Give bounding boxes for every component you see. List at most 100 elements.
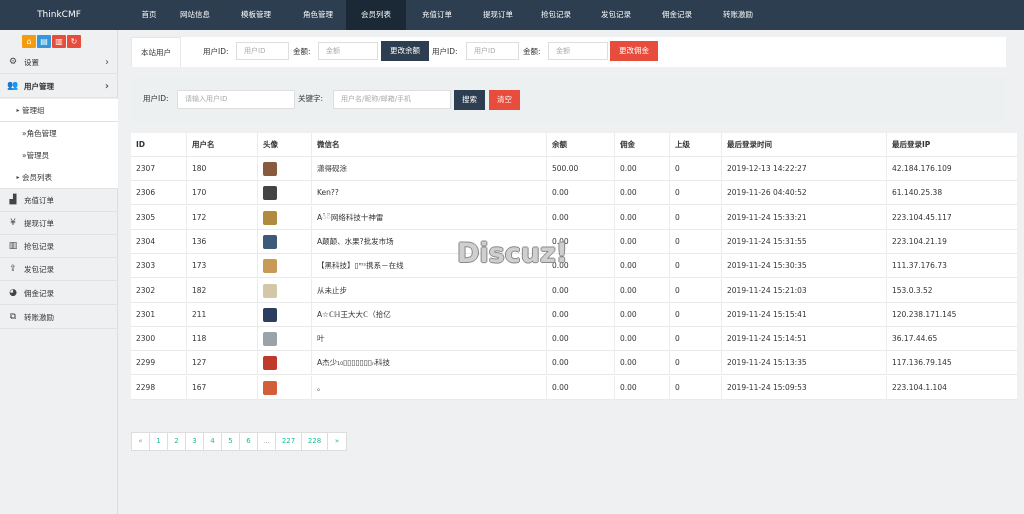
cell-balance: 0.00 <box>546 351 614 376</box>
topnav-item[interactable]: 角色管理 <box>288 0 348 30</box>
sidebar-item-4[interactable]: ⇪ 发包记录 <box>0 258 118 281</box>
sidebar-item-admin-group[interactable]: ▸ 管理组 <box>0 99 118 122</box>
page-link: ... <box>258 433 276 450</box>
avatar[interactable] <box>263 259 277 274</box>
column-header[interactable]: 微信名 <box>311 133 546 157</box>
cell-time: 2019-11-24 15:15:41 <box>721 302 886 327</box>
avatar[interactable] <box>263 283 277 298</box>
cell-balance: 0.00 <box>546 205 614 230</box>
balance-user-id-input[interactable]: 用户ID <box>236 42 289 60</box>
topnav-item[interactable]: 网站信息 <box>165 0 225 30</box>
cell-id: 2301 <box>136 309 156 319</box>
table-row[interactable]: 2307 180 潇得砚涂 500.00 0.00 0 2019-12-13 14:22:2… <box>131 157 1017 181</box>
avatar[interactable] <box>263 162 277 176</box>
cell-ip: 61.140.25.38 <box>886 181 1017 206</box>
avatar-cell <box>257 375 311 400</box>
document-icon[interactable]: ▤ <box>37 35 51 48</box>
avatar[interactable] <box>263 356 277 371</box>
avatar[interactable] <box>263 186 277 201</box>
cell-user: 127 <box>186 351 257 376</box>
page-link[interactable]: 2 <box>168 433 186 450</box>
topnav-item[interactable]: 发包记录 <box>586 0 646 30</box>
keyword-input[interactable]: 用户名/昵称/邮箱/手机 <box>333 90 451 109</box>
topnav-item[interactable]: 佣金记录 <box>647 0 707 30</box>
column-header[interactable]: 佣金 <box>614 133 669 157</box>
page-link[interactable]: 1 <box>150 433 168 450</box>
avatar[interactable] <box>263 332 277 347</box>
sidebar-item-2[interactable]: ¥ 提现订单 <box>0 212 118 235</box>
topnav-item[interactable]: 模板管理 <box>226 0 286 30</box>
sidebar-item-1[interactable]: ▟ 充值订单 <box>0 189 118 212</box>
page-link[interactable]: 4 <box>204 433 222 450</box>
page-link[interactable]: 228 <box>302 433 328 450</box>
page-link[interactable]: 6 <box>240 433 258 450</box>
avatar[interactable] <box>263 210 277 225</box>
column-header[interactable]: 上级 <box>669 133 721 157</box>
sidebar-item-5[interactable]: ◕ 佣金记录 <box>0 282 118 305</box>
avatar-cell <box>257 278 311 303</box>
sidebar-item-member-list[interactable]: ▸ 会员列表 <box>0 166 118 189</box>
table-row[interactable]: 2298 167。 0.00 0.00 0 2019-11-24 15:09:53 223.… <box>131 375 1017 400</box>
tab-local-users[interactable]: 本站用户 <box>131 37 181 67</box>
search-user-id-input[interactable]: 请输入用户ID <box>177 90 295 109</box>
sidebar-item-settings[interactable]: ⚙ 设置 › <box>0 51 118 74</box>
page-link[interactable]: « <box>132 433 150 450</box>
sidebar-item-user-management[interactable]: 👥 用户管理 › <box>0 75 118 98</box>
topnav-item[interactable]: 提现订单 <box>468 0 528 30</box>
sidebar-item-role-management[interactable]: »角色管理 <box>0 122 118 145</box>
change-commission-button[interactable]: 更改佣金 <box>610 41 658 61</box>
column-header[interactable]: 最后登录IP <box>886 133 1017 157</box>
avatar[interactable] <box>263 307 277 322</box>
table-row[interactable]: 2306 170 Ken?? 0.00 0.00 0 2019-11-26 04:40:52… <box>131 181 1017 206</box>
cell-parent: 0 <box>669 254 721 279</box>
table-row[interactable]: 2305 172 A៉៉网络科技十神雷 0.00 0.00 0 2019-11-24 15:… <box>131 205 1017 230</box>
sidebar-item-administrators[interactable]: »管理员 <box>0 144 118 167</box>
cell-id: 2304 <box>136 236 156 246</box>
column-header[interactable]: 最后登录时间 <box>721 133 886 157</box>
cell-user: 211 <box>186 302 257 327</box>
topnav-item[interactable]: 充值订单 <box>407 0 467 30</box>
avatar[interactable] <box>263 380 277 395</box>
column-header[interactable]: 用户名 <box>186 133 257 157</box>
column-header[interactable]: 头像 <box>257 133 311 157</box>
avatar[interactable] <box>263 234 277 249</box>
sidebar-item-3[interactable]: ▥ 抢包记录 <box>0 235 118 258</box>
commission-amount-input[interactable]: 金额 <box>548 42 608 60</box>
topnav-item[interactable]: 会员列表 <box>346 0 406 30</box>
home-icon[interactable]: ⌂ <box>22 35 36 48</box>
cell-parent: 0 <box>669 205 721 230</box>
table-row[interactable]: 2300 118 叶 0.00 0.00 0 2019-11-24 15:14:51 36.1… <box>131 327 1017 352</box>
column-header[interactable]: 余额 <box>546 133 614 157</box>
sidebar-item-label: 佣金记录 <box>24 289 54 298</box>
sidebar-item-label: 抢包记录 <box>24 242 54 251</box>
topnav-item[interactable]: 抢包记录 <box>527 0 585 30</box>
topnav-item[interactable]: 转账激励 <box>708 0 768 30</box>
avatar-cell <box>257 205 311 230</box>
clear-button[interactable]: 清空 <box>489 90 520 110</box>
trash-icon[interactable]: ▥ <box>52 35 66 48</box>
avatar-cell <box>257 254 311 279</box>
cell-commission: 0.00 <box>614 375 669 400</box>
sidebar-item-label: 管理组 <box>22 106 45 115</box>
page-link[interactable]: » <box>328 433 346 450</box>
table-row[interactable]: 2303 173 【黑科技】▯ᵐˢ携系－在线 0.00 0.00 0 2019-11-24 … <box>131 254 1017 279</box>
column-header[interactable]: ID <box>131 133 186 157</box>
refresh-icon[interactable]: ↻ <box>67 35 81 48</box>
table-row[interactable]: 2302 182 从未止步 0.00 0.00 0 2019-11-24 15:21:03 1… <box>131 278 1017 303</box>
sidebar-item-6[interactable]: ⧉ 转账激励 <box>0 306 118 329</box>
page-link[interactable]: 3 <box>186 433 204 450</box>
commission-user-id-input[interactable]: 用户ID <box>466 42 519 60</box>
avatar-cell <box>257 181 311 206</box>
table-row[interactable]: 2299 127 A杰少₁₀▯▯▯▯▯▯▯ₙ科技 0.00 0.00 0 2019-11-2… <box>131 351 1017 376</box>
balance-amount-input[interactable]: 金额 <box>318 42 378 60</box>
change-balance-button[interactable]: 更改余额 <box>381 41 429 61</box>
search-button[interactable]: 搜索 <box>454 90 485 110</box>
brand-logo[interactable]: ThinkCMF <box>0 0 118 30</box>
cell-balance: 0.00 <box>546 327 614 352</box>
table-row[interactable]: 2301 211 A☆ℂℍ王大大ℂ（拾亿 0.00 0.00 0 2019-11-24 15… <box>131 302 1017 327</box>
page-link[interactable]: 5 <box>222 433 240 450</box>
cell-wx: A杰少₁₀▯▯▯▯▯▯▯ₙ科技 <box>311 351 546 376</box>
table-row[interactable]: 2304 136 A颠颠、水果?批发市场 0.00 0.00 0 2019-11-24 15… <box>131 229 1017 254</box>
bar-chart-icon: ▥ <box>8 241 18 251</box>
page-link[interactable]: 227 <box>276 433 302 450</box>
